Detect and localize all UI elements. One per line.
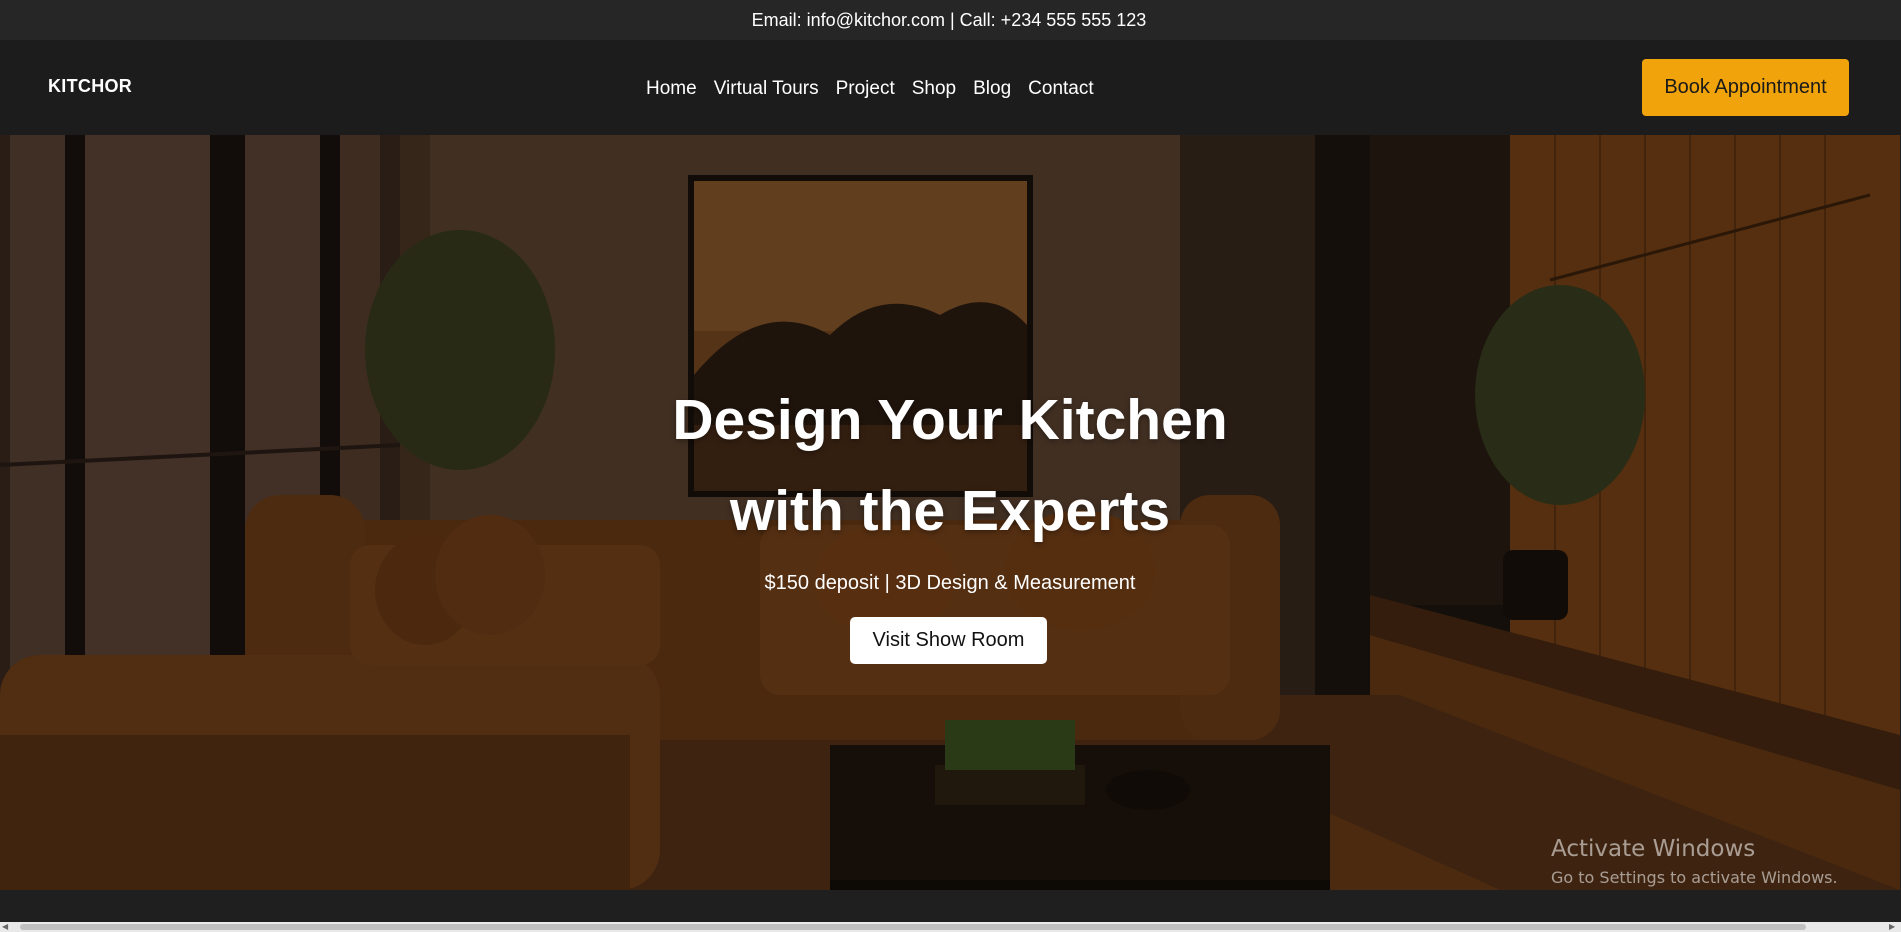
nav-blog[interactable]: Blog	[973, 78, 1011, 100]
book-appointment-button[interactable]: Book Appointment	[1642, 59, 1849, 116]
contact-info: Email: info@kitchor.com | Call: +234 555…	[751, 9, 1147, 30]
hero-section: Design Your Kitchen with the Experts $15…	[0, 135, 1900, 890]
hero-title: Design Your Kitchen with the Experts	[0, 375, 1900, 557]
main-menu: Home Virtual Tours Project Shop Blog Con…	[646, 78, 1111, 100]
hero-title-line-1: Design Your Kitchen	[672, 388, 1228, 452]
visit-show-room-button[interactable]: Visit Show Room	[850, 617, 1047, 664]
scroll-left-arrow-icon[interactable]: ◀	[2, 923, 10, 931]
hero-content: Design Your Kitchen with the Experts $15…	[0, 135, 1900, 890]
hero-subtitle: $150 deposit | 3D Design & Measurement	[764, 572, 1136, 594]
scrollbar-thumb[interactable]	[20, 924, 1806, 930]
nav-contact[interactable]: Contact	[1028, 78, 1093, 100]
top-contact-bar: Email: info@kitchor.com | Call: +234 555…	[0, 0, 1901, 40]
nav-shop[interactable]: Shop	[912, 78, 956, 100]
horizontal-scrollbar[interactable]: ◀ ▶	[0, 922, 1901, 932]
hero-title-line-2: with the Experts	[729, 479, 1171, 543]
scroll-right-arrow-icon[interactable]: ▶	[1889, 923, 1897, 931]
nav-virtual-tours[interactable]: Virtual Tours	[714, 78, 819, 100]
watermark-title: Activate Windows	[1551, 836, 1756, 862]
nav-home[interactable]: Home	[646, 78, 697, 100]
nav-project[interactable]: Project	[836, 78, 895, 100]
site-logo[interactable]: KITCHOR	[48, 76, 132, 97]
activate-windows-watermark: Activate Windows Go to Settings to activ…	[1551, 836, 1838, 887]
watermark-subtitle: Go to Settings to activate Windows.	[1551, 868, 1838, 887]
navbar: KITCHOR Home Virtual Tours Project Shop …	[0, 40, 1901, 135]
